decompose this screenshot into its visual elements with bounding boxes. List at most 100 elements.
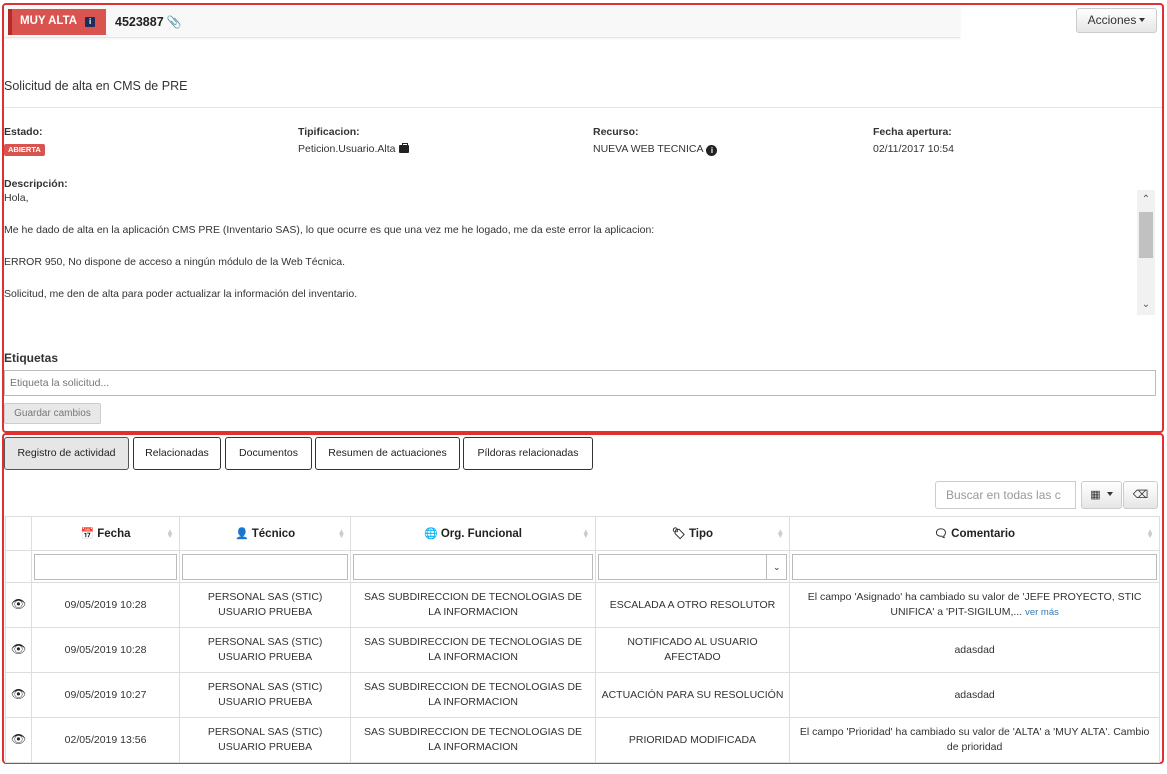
eye-icon[interactable]: 👁 — [11, 732, 26, 746]
save-changes-button[interactable]: Guardar cambios — [4, 403, 101, 424]
filter-cell-empty — [4, 550, 33, 583]
sort-icon: ▲ ▼ — [165, 527, 174, 540]
fecha-cell: 02/05/2019 13:56 — [31, 717, 180, 763]
activity-table: 📅 Fecha ▲ ▼ 👤 Técnico ▲ ▼ 🌐 Org. Funcional ▲ ▼ 🏷 T… — [4, 516, 1160, 763]
tags-input[interactable] — [4, 370, 1156, 396]
eye-icon[interactable]: 👁 — [11, 687, 26, 701]
table-filter-row: ⌄ — [4, 550, 1160, 583]
column-header-tecnico[interactable]: 👤 Técnico ▲ ▼ — [178, 516, 352, 551]
column-header-fecha[interactable]: 📅 Fecha ▲ ▼ — [31, 516, 180, 551]
table-header-row: 📅 Fecha ▲ ▼ 👤 Técnico ▲ ▼ 🌐 Org. Funcional ▲ ▼ 🏷 T… — [4, 516, 1160, 551]
info-square-icon[interactable]: i — [85, 17, 96, 27]
table-row: 👁 02/05/2019 13:56 PERSONAL SAS (STIC) U… — [4, 717, 1160, 763]
comentario-cell: El campo 'Prioridad' ha cambiado su valo… — [789, 717, 1160, 763]
ticket-header: MUY ALTA i 4523887 📎 — [4, 6, 960, 38]
fecha-apertura-label: Fecha apertura: — [873, 126, 952, 138]
ver-mas-link[interactable]: ver más — [1025, 607, 1059, 618]
view-cell: 👁 — [4, 672, 33, 718]
column-header-label: Tipo — [688, 528, 713, 540]
tags-label: Etiquetas — [4, 351, 59, 365]
view-column-header — [4, 516, 33, 551]
tecnico-cell: PERSONAL SAS (STIC) USUARIO PRUEBA — [178, 672, 352, 718]
org-cell: SAS SUBDIRECCION DE TECNOLOGIAS DE LA IN… — [350, 672, 596, 718]
view-cell: 👁 — [4, 627, 33, 673]
clear-filters-button[interactable]: ⌫ — [1123, 481, 1158, 509]
tab-documentos[interactable]: Documentos — [225, 437, 312, 470]
comentario-cell: adasdad — [789, 627, 1160, 673]
caret-down-icon — [1139, 18, 1146, 22]
table-search-input[interactable]: Buscar en todas las c — [935, 481, 1076, 509]
estado-label: Estado: — [4, 126, 43, 138]
status-badge: ABIERTA — [4, 144, 45, 156]
table-row: 👁 09/05/2019 10:27 PERSONAL SAS (STIC) U… — [4, 672, 1160, 718]
eraser-icon: ⌫ — [1132, 489, 1149, 501]
priority-badge: MUY ALTA i — [8, 9, 106, 35]
paperclip-icon[interactable]: 📎 — [167, 15, 182, 29]
comentario-text: El campo 'Asignado' ha cambiado su valor… — [807, 591, 1142, 618]
actions-dropdown-button[interactable]: Acciones — [1076, 8, 1157, 33]
tag-icon: 🏷 — [671, 528, 686, 540]
ticket-id-value: 4523887 — [115, 15, 164, 29]
estado-value: ABIERTA — [4, 143, 45, 156]
ticket-id: 4523887 📎 — [115, 15, 182, 29]
description-line: Hola, — [4, 193, 29, 204]
recurso-value: NUEVA WEB TECNICA i — [593, 143, 718, 156]
globe-icon: 🌐 — [424, 528, 438, 540]
user-icon: 👤 — [235, 528, 249, 540]
column-header-tipo[interactable]: 🏷 Tipo ▲ ▼ — [594, 516, 791, 551]
eye-icon[interactable]: 👁 — [11, 597, 26, 611]
table-row: 👁 09/05/2019 10:28 PERSONAL SAS (STIC) U… — [4, 582, 1160, 628]
column-header-org-funcional[interactable]: 🌐 Org. Funcional ▲ ▼ — [350, 516, 596, 551]
eye-icon[interactable]: 👁 — [11, 642, 26, 656]
table-row: 👁 09/05/2019 10:28 PERSONAL SAS (STIC) U… — [4, 627, 1160, 673]
tecnico-filter-input[interactable] — [181, 553, 349, 580]
tipo-cell: NOTIFICADO AL USUARIO AFECTADO — [594, 627, 791, 673]
divider — [4, 107, 1162, 108]
tipificacion-value: Peticion.Usuario.Alta — [298, 143, 410, 155]
org-cell: SAS SUBDIRECCION DE TECNOLOGIAS DE LA IN… — [350, 717, 596, 763]
sort-icon: ▲ ▼ — [1146, 527, 1154, 540]
comentario-cell: adasdad — [789, 672, 1160, 718]
org-cell: SAS SUBDIRECCION DE TECNOLOGIAS DE LA IN… — [350, 582, 596, 628]
column-header-comentario[interactable]: 🗨 Comentario ▲ ▼ — [789, 516, 1160, 551]
chevron-down-icon[interactable]: ⌄ — [1137, 297, 1155, 313]
briefcase-icon — [399, 143, 410, 153]
fecha-cell: 09/05/2019 10:27 — [31, 672, 180, 718]
tab-resumen-actuaciones[interactable]: Resumen de actuaciones — [315, 437, 460, 470]
fecha-filter-input[interactable] — [34, 553, 177, 580]
description-body: Hola, Me he dado de alta en la aplicació… — [4, 193, 1132, 313]
comentario-cell: El campo 'Asignado' ha cambiado su valor… — [789, 582, 1160, 628]
calendar-icon: 📅 — [80, 528, 95, 540]
description-label: Descripción: — [4, 178, 68, 190]
tipo-cell: ESCALADA A OTRO RESOLUTOR — [594, 582, 791, 628]
chevron-down-icon[interactable]: ⌄ — [766, 554, 786, 579]
org-filter-input[interactable] — [353, 553, 593, 580]
column-header-label: Fecha — [97, 528, 131, 540]
recurso-label: Recurso: — [593, 126, 639, 138]
tipo-filter-select[interactable]: ⌄ — [597, 553, 788, 580]
tipificacion-label: Tipificacion: — [298, 126, 360, 138]
tab-pildoras-relacionadas[interactable]: Píldoras relacionadas — [463, 437, 593, 470]
actions-label: Acciones — [1087, 13, 1137, 27]
columns-toggle-button[interactable]: ▦ — [1081, 481, 1122, 509]
caret-down-icon — [1106, 492, 1113, 496]
chevron-up-icon[interactable]: ⌃ — [1137, 192, 1155, 208]
info-circle-icon[interactable]: i — [706, 145, 718, 156]
fecha-apertura-value: 02/11/2017 10:54 — [873, 143, 954, 155]
tab-registro-actividad[interactable]: Registro de actividad — [4, 437, 129, 470]
filter-cell — [178, 550, 352, 583]
comentario-filter-input[interactable] — [792, 553, 1157, 580]
grid-icon: ▦ — [1090, 489, 1101, 501]
tecnico-cell: PERSONAL SAS (STIC) USUARIO PRUEBA — [178, 582, 352, 628]
tecnico-cell: PERSONAL SAS (STIC) USUARIO PRUEBA — [178, 627, 352, 673]
description-line: Solicitud, me den de alta para poder act… — [4, 288, 358, 300]
tab-relacionadas[interactable]: Relacionadas — [133, 437, 221, 470]
filter-cell — [31, 550, 180, 583]
fecha-cell: 09/05/2019 10:28 — [31, 582, 180, 628]
view-cell: 👁 — [4, 582, 33, 628]
scroll-thumb[interactable] — [1139, 212, 1153, 258]
filter-cell — [789, 550, 1160, 583]
description-scrollbar[interactable]: ⌃ ⌄ — [1137, 190, 1155, 315]
tipo-cell: ACTUACIÓN PARA SU RESOLUCIÓN — [594, 672, 791, 718]
tipificacion-text: Peticion.Usuario.Alta — [298, 143, 396, 155]
